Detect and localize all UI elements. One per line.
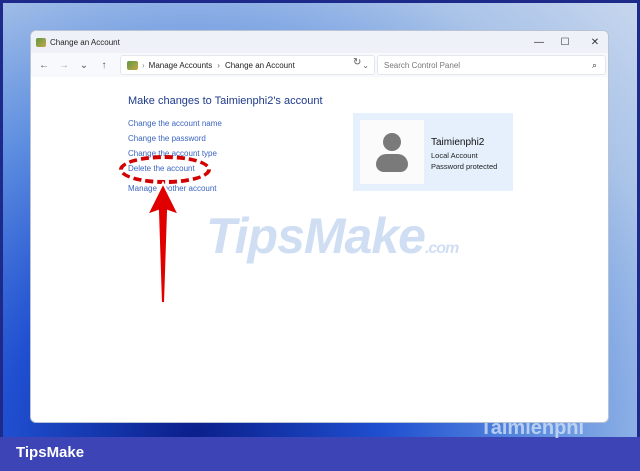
footer-brand: TipsMake <box>16 444 85 461</box>
user-icon <box>383 133 401 151</box>
control-panel-icon <box>127 60 138 70</box>
account-type: Local Account <box>431 151 478 160</box>
address-dropdown-icon[interactable]: ⌄ <box>362 61 369 70</box>
up-button[interactable]: ↑ <box>94 60 114 71</box>
watermark-suffix: .com <box>424 240 459 257</box>
recent-locations-button[interactable]: ⌄ <box>74 60 94 71</box>
search-input[interactable]: Search Control Panel ⌕ <box>377 55 606 75</box>
title-bar: Change an Account <box>31 31 608 53</box>
breadcrumb-change-account[interactable]: Change an Account <box>225 61 295 70</box>
breadcrumb-manage-accounts[interactable]: Manage Accounts <box>149 61 213 70</box>
search-placeholder: Search Control Panel <box>384 60 461 70</box>
back-button[interactable]: ← <box>34 60 54 71</box>
account-card: Taimienphi2 Local Account Password prote… <box>353 113 513 191</box>
change-name-link[interactable]: Change the account name <box>128 119 222 128</box>
maximize-button[interactable]: ☐ <box>552 31 578 53</box>
navigation-bar: ← → ⌄ ↑ › Manage Accounts › Change an Ac… <box>31 53 608 77</box>
watermark-text: TipsMake <box>206 208 426 264</box>
avatar <box>360 120 424 184</box>
change-password-link[interactable]: Change the password <box>128 134 206 143</box>
search-icon[interactable]: ⌕ <box>592 60 597 71</box>
highlight-ellipse <box>119 155 211 184</box>
red-arrow-icon <box>145 181 181 304</box>
account-status: Password protected <box>431 162 498 171</box>
minimize-button[interactable]: — <box>526 31 552 53</box>
address-bar[interactable]: › Manage Accounts › Change an Account ⌄ <box>120 55 375 75</box>
close-button[interactable]: ✕ <box>582 31 608 53</box>
page-heading: Make changes to Taimienphi2's account <box>128 95 323 107</box>
breadcrumb-separator: › <box>217 60 220 70</box>
forward-button[interactable]: → <box>54 60 74 71</box>
user-accounts-icon <box>36 37 46 47</box>
watermark: TipsMake.com <box>206 207 459 265</box>
account-name: Taimienphi2 <box>431 137 485 148</box>
user-icon-body <box>376 154 408 172</box>
change-account-window: Change an Account — ☐ ✕ ← → ⌄ ↑ › Manage… <box>30 30 609 423</box>
window-title: Change an Account <box>50 37 120 47</box>
refresh-icon[interactable]: ↻ <box>353 57 361 68</box>
